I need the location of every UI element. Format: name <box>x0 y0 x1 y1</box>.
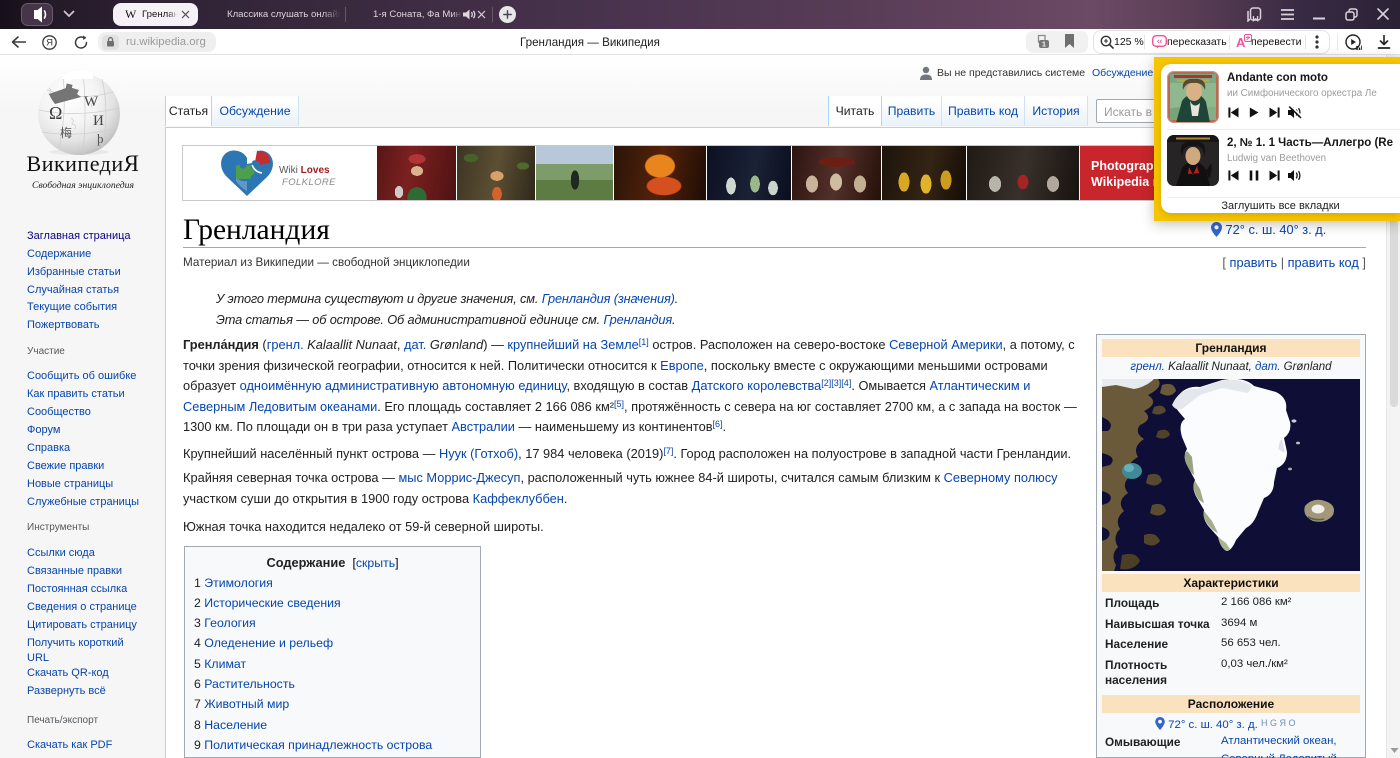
svg-text:Я: Я <box>46 38 53 49</box>
svg-text:1: 1 <box>1042 40 1046 49</box>
svg-text:‹‹: ‹‹ <box>1157 37 1163 46</box>
